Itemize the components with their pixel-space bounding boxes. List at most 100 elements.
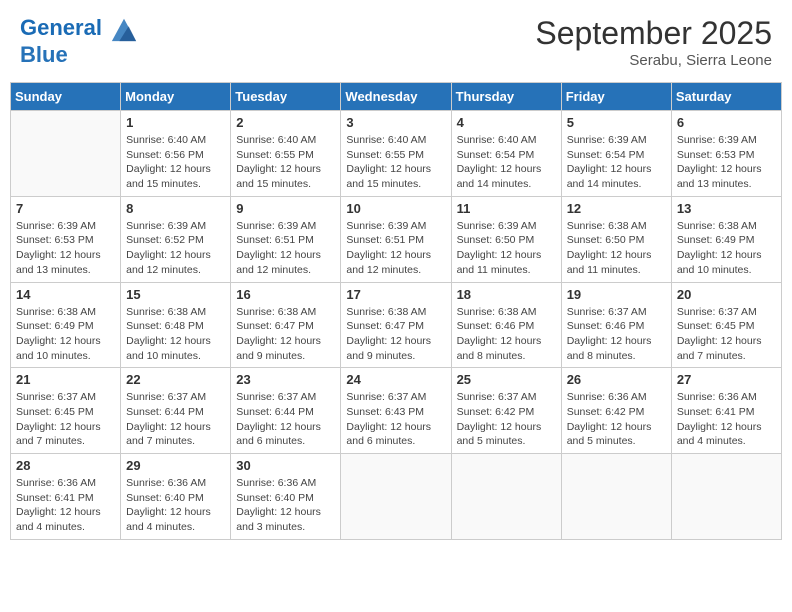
day-number: 1 [126,115,225,130]
day-info: Sunrise: 6:38 AM Sunset: 6:48 PM Dayligh… [126,305,225,364]
calendar-cell: 10 Sunrise: 6:39 AM Sunset: 6:51 PM Dayli… [341,196,451,282]
day-number: 27 [677,372,776,387]
day-number: 30 [236,458,335,473]
day-info: Sunrise: 6:38 AM Sunset: 6:50 PM Dayligh… [567,219,666,278]
day-number: 25 [457,372,556,387]
day-info: Sunrise: 6:39 AM Sunset: 6:53 PM Dayligh… [677,133,776,192]
day-info: Sunrise: 6:40 AM Sunset: 6:55 PM Dayligh… [346,133,445,192]
day-number: 29 [126,458,225,473]
day-info: Sunrise: 6:37 AM Sunset: 6:43 PM Dayligh… [346,390,445,449]
calendar-cell: 12 Sunrise: 6:38 AM Sunset: 6:50 PM Dayli… [561,196,671,282]
weekday-header: Thursday [451,83,561,111]
month-title: September 2025 [535,15,772,52]
day-number: 18 [457,287,556,302]
calendar-cell: 3 Sunrise: 6:40 AM Sunset: 6:55 PM Daylig… [341,111,451,197]
calendar-cell: 7 Sunrise: 6:39 AM Sunset: 6:53 PM Daylig… [11,196,121,282]
day-info: Sunrise: 6:36 AM Sunset: 6:40 PM Dayligh… [236,476,335,535]
day-number: 23 [236,372,335,387]
calendar-cell: 2 Sunrise: 6:40 AM Sunset: 6:55 PM Daylig… [231,111,341,197]
day-number: 20 [677,287,776,302]
title-block: September 2025 Serabu, Sierra Leone [535,15,772,69]
calendar-table: SundayMondayTuesdayWednesdayThursdayFrid… [10,82,782,540]
day-info: Sunrise: 6:39 AM Sunset: 6:51 PM Dayligh… [236,219,335,278]
day-info: Sunrise: 6:37 AM Sunset: 6:45 PM Dayligh… [16,390,115,449]
weekday-header: Sunday [11,83,121,111]
calendar-cell: 1 Sunrise: 6:40 AM Sunset: 6:56 PM Daylig… [121,111,231,197]
calendar-cell: 29 Sunrise: 6:36 AM Sunset: 6:40 PM Dayli… [121,454,231,540]
logo-text: General [20,15,138,43]
calendar-week-row: 14Sunrise: 6:38 AM Sunset: 6:49 PM Dayli… [11,282,782,368]
day-number: 26 [567,372,666,387]
calendar-week-row: 28Sunrise: 6:36 AM Sunset: 6:41 PM Dayli… [11,454,782,540]
day-info: Sunrise: 6:37 AM Sunset: 6:42 PM Dayligh… [457,390,556,449]
day-info: Sunrise: 6:36 AM Sunset: 6:41 PM Dayligh… [677,390,776,449]
day-info: Sunrise: 6:38 AM Sunset: 6:47 PM Dayligh… [346,305,445,364]
day-number: 7 [16,201,115,216]
day-info: Sunrise: 6:37 AM Sunset: 6:44 PM Dayligh… [126,390,225,449]
day-number: 2 [236,115,335,130]
day-number: 19 [567,287,666,302]
calendar-cell: 20Sunrise: 6:37 AM Sunset: 6:45 PM Dayli… [671,282,781,368]
day-info: Sunrise: 6:39 AM Sunset: 6:52 PM Dayligh… [126,219,225,278]
day-number: 15 [126,287,225,302]
day-info: Sunrise: 6:39 AM Sunset: 6:53 PM Dayligh… [16,219,115,278]
calendar-cell [671,454,781,540]
day-number: 5 [567,115,666,130]
day-info: Sunrise: 6:37 AM Sunset: 6:46 PM Dayligh… [567,305,666,364]
calendar-cell: 15 Sunrise: 6:38 AM Sunset: 6:48 PM Dayli… [121,282,231,368]
day-number: 9 [236,201,335,216]
logo-blue: Blue [20,43,138,67]
day-info: Sunrise: 6:40 AM Sunset: 6:54 PM Dayligh… [457,133,556,192]
day-info: Sunrise: 6:37 AM Sunset: 6:44 PM Dayligh… [236,390,335,449]
calendar-cell: 4 Sunrise: 6:40 AM Sunset: 6:54 PM Daylig… [451,111,561,197]
calendar-cell: 11 Sunrise: 6:39 AM Sunset: 6:50 PM Dayli… [451,196,561,282]
calendar-cell: 25 Sunrise: 6:37 AM Sunset: 6:42 PM Dayli… [451,368,561,454]
day-info: Sunrise: 6:39 AM Sunset: 6:51 PM Dayligh… [346,219,445,278]
day-number: 22 [126,372,225,387]
calendar-cell: 14Sunrise: 6:38 AM Sunset: 6:49 PM Dayli… [11,282,121,368]
weekday-header: Saturday [671,83,781,111]
day-info: Sunrise: 6:38 AM Sunset: 6:47 PM Dayligh… [236,305,335,364]
page-header: General Blue September 2025 Serabu, Sier… [10,10,782,74]
day-number: 13 [677,201,776,216]
weekday-header: Monday [121,83,231,111]
day-number: 17 [346,287,445,302]
day-info: Sunrise: 6:39 AM Sunset: 6:54 PM Dayligh… [567,133,666,192]
day-number: 11 [457,201,556,216]
calendar-cell: 24Sunrise: 6:37 AM Sunset: 6:43 PM Dayli… [341,368,451,454]
weekday-header: Tuesday [231,83,341,111]
calendar-cell [561,454,671,540]
calendar-cell: 30 Sunrise: 6:36 AM Sunset: 6:40 PM Dayli… [231,454,341,540]
calendar-cell: 16 Sunrise: 6:38 AM Sunset: 6:47 PM Dayli… [231,282,341,368]
day-number: 21 [16,372,115,387]
day-info: Sunrise: 6:38 AM Sunset: 6:49 PM Dayligh… [677,219,776,278]
calendar-cell: 28Sunrise: 6:36 AM Sunset: 6:41 PM Dayli… [11,454,121,540]
day-info: Sunrise: 6:36 AM Sunset: 6:42 PM Dayligh… [567,390,666,449]
day-number: 12 [567,201,666,216]
calendar-cell: 19 Sunrise: 6:37 AM Sunset: 6:46 PM Dayli… [561,282,671,368]
day-info: Sunrise: 6:39 AM Sunset: 6:50 PM Dayligh… [457,219,556,278]
calendar-cell: 13 Sunrise: 6:38 AM Sunset: 6:49 PM Dayli… [671,196,781,282]
day-info: Sunrise: 6:36 AM Sunset: 6:40 PM Dayligh… [126,476,225,535]
day-number: 28 [16,458,115,473]
logo: General Blue [20,15,138,67]
day-number: 16 [236,287,335,302]
calendar-week-row: 1 Sunrise: 6:40 AM Sunset: 6:56 PM Daylig… [11,111,782,197]
calendar-cell: 6Sunrise: 6:39 AM Sunset: 6:53 PM Daylig… [671,111,781,197]
calendar-cell: 18Sunrise: 6:38 AM Sunset: 6:46 PM Dayli… [451,282,561,368]
weekday-header: Wednesday [341,83,451,111]
day-info: Sunrise: 6:40 AM Sunset: 6:56 PM Dayligh… [126,133,225,192]
calendar-cell: 21 Sunrise: 6:37 AM Sunset: 6:45 PM Dayli… [11,368,121,454]
day-number: 10 [346,201,445,216]
day-number: 4 [457,115,556,130]
calendar-header-row: SundayMondayTuesdayWednesdayThursdayFrid… [11,83,782,111]
location: Serabu, Sierra Leone [535,52,772,69]
calendar-cell [341,454,451,540]
calendar-cell: 26 Sunrise: 6:36 AM Sunset: 6:42 PM Dayli… [561,368,671,454]
calendar-cell [451,454,561,540]
calendar-cell: 9 Sunrise: 6:39 AM Sunset: 6:51 PM Daylig… [231,196,341,282]
day-info: Sunrise: 6:38 AM Sunset: 6:49 PM Dayligh… [16,305,115,364]
day-number: 3 [346,115,445,130]
day-info: Sunrise: 6:40 AM Sunset: 6:55 PM Dayligh… [236,133,335,192]
calendar-cell [11,111,121,197]
